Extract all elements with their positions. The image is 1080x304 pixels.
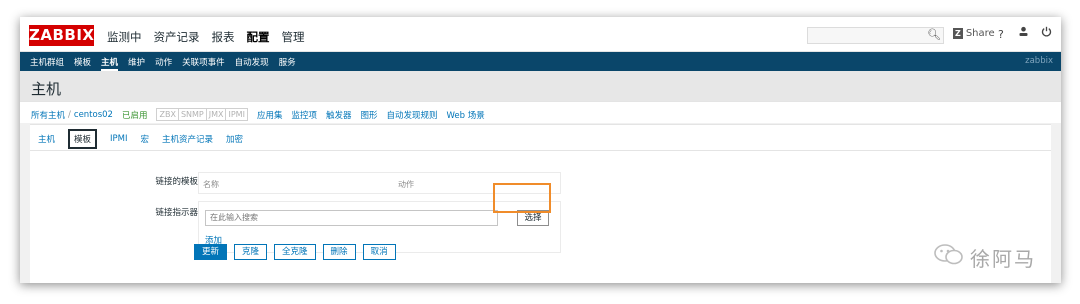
page-title: 主机 [31, 80, 62, 98]
breadcrumb-host[interactable]: centos02 [74, 110, 113, 120]
submenu-templates[interactable]: 模板 [74, 56, 91, 71]
title-bar: 主机 [20, 71, 1061, 101]
app-window: ZABBIX 监测中 资产记录 报表 配置 管理 🔍︎ Z Share ? 主机… [20, 17, 1061, 283]
linked-templates-label: 链接的模板 [155, 177, 198, 187]
submenu-maintenance[interactable]: 维护 [128, 56, 145, 71]
server-name: zabbix [1025, 56, 1053, 66]
top-bar: ZABBIX 监测中 资产记录 报表 配置 管理 🔍︎ Z Share ? [20, 17, 1061, 52]
update-button[interactable]: 更新 [194, 244, 228, 260]
menu-administration[interactable]: 管理 [282, 29, 305, 45]
tab-inventory[interactable]: 主机资产记录 [162, 133, 213, 145]
full-clone-button[interactable]: 全克隆 [274, 244, 316, 260]
submenu-hosts[interactable]: 主机 [101, 56, 119, 71]
column-action: 动作 [398, 180, 414, 189]
link-graphs[interactable]: 图形 [360, 109, 377, 121]
watermark: 徐阿马 [934, 243, 1036, 272]
share-label: Share [965, 28, 995, 39]
sub-menu: 主机群组 模板 主机 维护 动作 关联项事件 自动发现 服务 [30, 56, 296, 71]
share-icon: Z [953, 28, 963, 39]
main-menu: 监测中 资产记录 报表 配置 管理 [107, 29, 305, 45]
help-icon[interactable]: ? [998, 28, 1004, 41]
breadcrumb-separator: / [68, 109, 71, 120]
submenu-discovery[interactable]: 自动发现 [235, 56, 269, 71]
submenu-event-correlation[interactable]: 关联项事件 [182, 56, 225, 71]
link-triggers[interactable]: 触发器 [326, 109, 352, 121]
global-search-input[interactable] [807, 27, 944, 44]
iface-zbx: ZBX [157, 109, 179, 120]
iface-ipmi: IPMI [228, 110, 245, 119]
template-search-input[interactable]: 在此输入搜索 [205, 210, 498, 226]
power-icon[interactable] [1041, 26, 1052, 40]
submenu-services[interactable]: 服务 [279, 56, 296, 71]
breadcrumb-all-hosts[interactable]: 所有主机 [31, 109, 65, 121]
breadcrumb: 所有主机 / centos02 已启用 ZBX SNMP JMX IPMI 应用… [20, 101, 1061, 123]
link-applications[interactable]: 应用集 [257, 109, 283, 121]
clone-button[interactable]: 克隆 [234, 244, 268, 260]
tab-macros[interactable]: 宏 [141, 133, 150, 145]
cancel-button[interactable]: 取消 [362, 244, 396, 260]
column-name: 名称 [203, 180, 219, 189]
menu-monitoring[interactable]: 监测中 [107, 29, 142, 45]
share-button[interactable]: Z Share [953, 28, 995, 39]
link-indicator-label: 链接指示器 [155, 208, 198, 218]
link-items[interactable]: 监控项 [291, 109, 317, 121]
submenu-actions[interactable]: 动作 [155, 56, 172, 71]
menu-inventory[interactable]: 资产记录 [154, 29, 200, 45]
link-web-scenarios[interactable]: Web 场景 [447, 109, 485, 121]
form-actions: 更新 克隆 全克隆 删除 取消 [194, 244, 396, 260]
highlight-box [493, 183, 551, 213]
menu-configuration[interactable]: 配置 [247, 29, 270, 45]
host-status-badge[interactable]: 已启用 [122, 109, 148, 121]
sub-menu-bar: 主机群组 模板 主机 维护 动作 关联项事件 自动发现 服务 zabbix [20, 52, 1061, 71]
availability-indicators: ZBX SNMP JMX IPMI [156, 108, 248, 121]
tab-divider [30, 150, 1051, 151]
link-discovery-rules[interactable]: 自动发现规则 [387, 109, 438, 121]
delete-button[interactable]: 删除 [322, 244, 356, 260]
watermark-text: 徐阿马 [970, 247, 1036, 271]
user-icon[interactable] [1018, 26, 1029, 40]
menu-reports[interactable]: 报表 [212, 29, 235, 45]
tab-ipmi[interactable]: IPMI [110, 134, 127, 144]
tab-templates[interactable]: 模板 [68, 129, 98, 149]
search-icon[interactable]: 🔍︎ [927, 28, 941, 41]
zabbix-logo[interactable]: ZABBIX [29, 25, 94, 46]
tab-encryption[interactable]: 加密 [226, 133, 243, 145]
wechat-icon [934, 244, 964, 271]
tab-bar: 主机 模板 IPMI 宏 主机资产记录 加密 [38, 129, 243, 149]
tab-host[interactable]: 主机 [38, 133, 55, 145]
iface-snmp: SNMP [179, 109, 207, 120]
submenu-host-groups[interactable]: 主机群组 [30, 56, 64, 71]
iface-jmx: JMX [207, 109, 227, 120]
